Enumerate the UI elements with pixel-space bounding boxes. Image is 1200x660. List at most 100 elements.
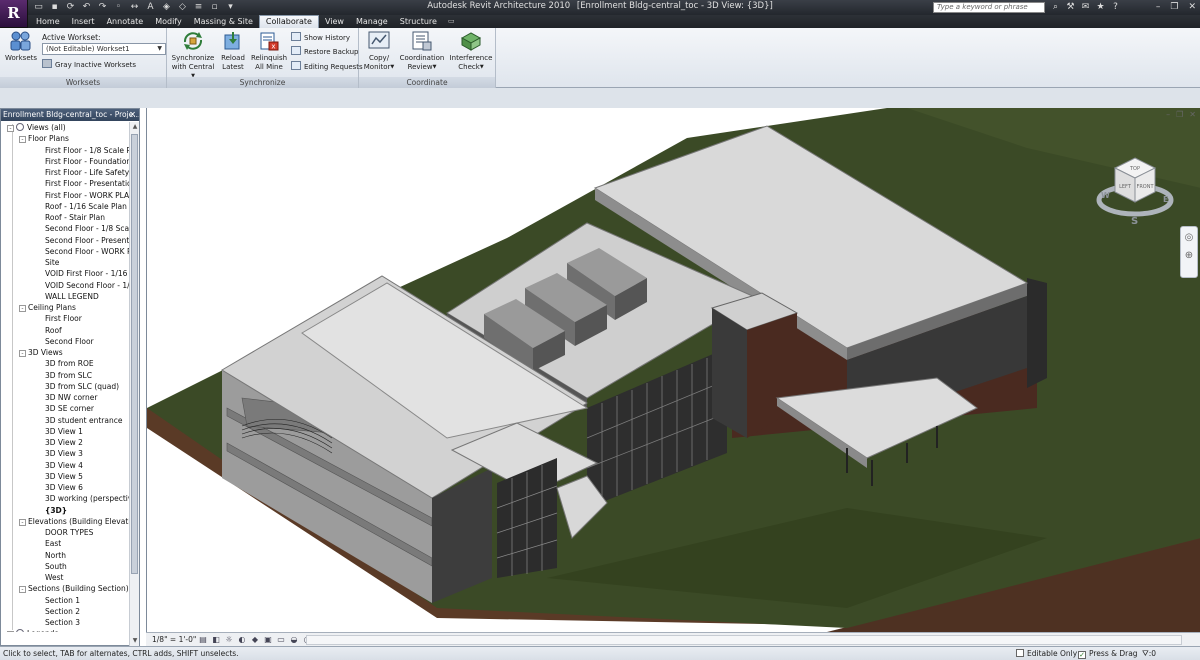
application-menu-button[interactable]: R (0, 0, 28, 28)
browser-node[interactable]: -Elevations (Building Elevation) (1, 516, 129, 527)
collapse-icon[interactable]: - (19, 586, 26, 594)
browser-node[interactable]: 3D View 3 (1, 448, 129, 459)
selection-filter[interactable]: ⛛:0 (1142, 648, 1156, 660)
view-horizontal-scrollbar[interactable] (306, 635, 1182, 645)
browser-node[interactable]: 3D student entrance (1, 415, 129, 426)
detail-level-icon[interactable]: ▤ (198, 634, 208, 645)
browser-node[interactable]: DOOR TYPES (1, 527, 129, 538)
browser-node[interactable]: Second Floor - WORK PLAN (1, 246, 129, 257)
browser-node[interactable]: First Floor - WORK PLAN (1, 190, 129, 201)
tab-view[interactable]: View (319, 15, 350, 28)
viewcube[interactable]: TOP LEFT FRONT W S E (1093, 150, 1179, 230)
favorites-icon[interactable]: ★ (1095, 1, 1106, 13)
reload-latest-button[interactable]: Reload Latest (219, 30, 247, 72)
communication-icon[interactable]: ✉ (1080, 1, 1091, 13)
browser-node[interactable]: 3D working (perspective) (1, 493, 129, 504)
tab-home[interactable]: Home (30, 15, 66, 28)
browser-node[interactable]: - Ceiling Plans (1, 302, 129, 313)
browser-node[interactable]: Roof - 1/16 Scale Plan (1, 201, 129, 212)
collapse-icon[interactable]: - (7, 125, 14, 132)
browser-node[interactable]: 3D View 4 (1, 460, 129, 471)
3d-view-canvas[interactable]: – ❐ ✕ TOP LEFT FRONT W S E ◎ ⊕ (146, 108, 1200, 632)
scroll-down-icon[interactable]: ▼ (130, 636, 140, 646)
browser-node[interactable]: - Views (all) (1, 122, 129, 133)
browser-node[interactable]: 3D View 2 (1, 437, 129, 448)
browser-node[interactable]: West (1, 572, 129, 583)
view-minimize-icon[interactable]: – (1166, 110, 1170, 119)
search-input[interactable]: Type a keyword or phrase (933, 2, 1045, 13)
browser-node[interactable]: Roof - Stair Plan (1, 212, 129, 223)
browser-node[interactable]: Second Floor (1, 336, 129, 347)
browser-node[interactable]: 3D View 5 (1, 471, 129, 482)
browser-node[interactable]: 3D from SLC (1, 370, 129, 381)
close-icon[interactable]: ✕ (129, 109, 136, 121)
press-drag-checkbox[interactable]: ✓ (1078, 651, 1086, 659)
subscription-icon[interactable]: ⚒ (1065, 1, 1076, 13)
browser-node[interactable]: Roof (1, 325, 129, 336)
browser-node[interactable]: Section 1 (1, 595, 129, 606)
browser-node[interactable]: 3D from SLC (quad) (1, 381, 129, 392)
browser-node[interactable]: Section 3 (1, 617, 129, 628)
browser-node[interactable]: Site (1, 257, 129, 268)
help-icon[interactable]: ? (1110, 1, 1121, 13)
ribbon-minimize-icon[interactable]: ▭ (443, 15, 460, 28)
view-close-icon[interactable]: ✕ (1189, 110, 1196, 119)
browser-node[interactable]: {3D} (1, 505, 129, 516)
shadows-icon[interactable]: ◐ (237, 634, 247, 645)
scroll-up-icon[interactable]: ▲ (130, 122, 140, 132)
filter-icon[interactable]: ⛛ (1142, 649, 1149, 658)
browser-node[interactable]: East (1, 538, 129, 549)
browser-node[interactable]: First Floor - 1/8 Scale Plan (1, 145, 129, 156)
browser-node[interactable]: 3D SE corner (1, 403, 129, 414)
search-icon[interactable]: ⌕ (1050, 1, 1061, 13)
browser-node[interactable]: 3D View 6 (1, 482, 129, 493)
browser-node[interactable]: South (1, 561, 129, 572)
zoom-icon[interactable]: ⊕ (1182, 249, 1196, 263)
editing-requests-button[interactable]: Editing Requests (291, 61, 363, 72)
collapse-icon[interactable]: - (19, 518, 26, 526)
relinquish-all-mine-button[interactable]: x Relinquish All Mine (250, 30, 288, 72)
browser-node[interactable]: Second Floor - Presentation Plan (1, 235, 129, 246)
browser-node[interactable]: First Floor (1, 313, 129, 324)
tab-structure[interactable]: Structure (394, 15, 443, 28)
tab-manage[interactable]: Manage (350, 15, 394, 28)
browser-node[interactable]: + Legends (1, 628, 129, 632)
collapse-icon[interactable]: - (19, 136, 26, 144)
tab-insert[interactable]: Insert (66, 15, 101, 28)
copy-monitor-button[interactable]: Copy/ Monitor ▼ (363, 30, 395, 72)
show-crop-region-icon[interactable]: ▭ (276, 634, 286, 645)
close-icon[interactable]: ✕ (1188, 1, 1196, 13)
collapse-icon[interactable]: - (19, 305, 26, 312)
tab-massing-site[interactable]: Massing & Site (188, 15, 259, 28)
minimize-icon[interactable]: – (1156, 1, 1161, 13)
browser-node[interactable]: Section 2 (1, 606, 129, 617)
browser-node[interactable]: 3D from ROE (1, 358, 129, 369)
browser-node[interactable]: VOID First Floor - 1/16 Scale (1, 268, 129, 279)
rendering-icon[interactable]: ◆ (250, 634, 260, 645)
interference-check-button[interactable]: Interference Check ▼ (449, 30, 493, 72)
browser-node[interactable]: -3D Views (1, 347, 129, 358)
editable-only-checkbox[interactable] (1016, 649, 1024, 657)
project-browser-scrollbar[interactable]: ▲ ▼ (129, 122, 139, 646)
sun-path-icon[interactable]: ☼ (224, 634, 234, 645)
restore-backup-button[interactable]: Restore Backup (291, 46, 358, 57)
scrollbar-thumb[interactable] (131, 134, 138, 574)
show-history-button[interactable]: Show History (291, 32, 350, 43)
press-drag-toggle[interactable]: ✓ Press & Drag (1078, 648, 1138, 660)
worksets-button[interactable]: Worksets (4, 30, 38, 63)
editable-only-toggle[interactable]: Editable Only (1016, 648, 1077, 660)
steering-wheel-icon[interactable]: ◎ (1182, 231, 1196, 245)
browser-node[interactable]: First Floor - Foundation (1, 156, 129, 167)
browser-node[interactable]: VOID Second Floor - 1/16 Scale (1, 280, 129, 291)
view-scale[interactable]: 1/8" = 1'-0" (152, 634, 196, 646)
gray-inactive-worksets-button[interactable]: Gray Inactive Worksets (42, 59, 136, 70)
browser-node[interactable]: WALL LEGEND (1, 291, 129, 302)
synchronize-with-central-button[interactable]: Synchronize with Central ▼ (171, 30, 215, 81)
browser-node[interactable]: - Sections (Building Section) (1, 583, 129, 594)
tab-collaborate[interactable]: Collaborate (258, 15, 319, 28)
coordination-review-button[interactable]: Coordination Review ▼ (399, 30, 445, 72)
collapse-icon[interactable]: - (19, 350, 26, 357)
expand-icon[interactable]: + (7, 631, 14, 632)
tab-modify[interactable]: Modify (149, 15, 188, 28)
view-restore-icon[interactable]: ❐ (1176, 110, 1183, 119)
